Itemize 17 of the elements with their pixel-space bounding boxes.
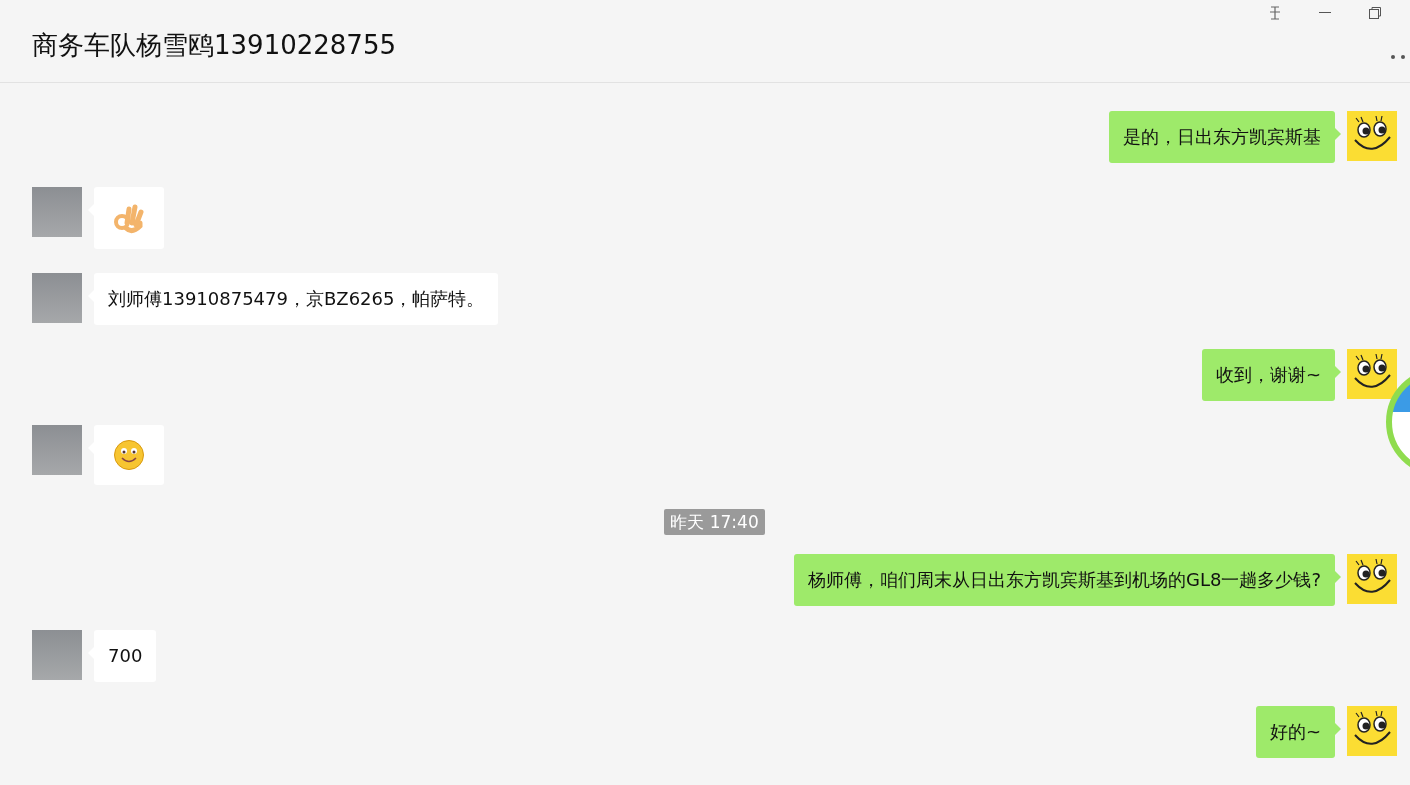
- bubble-tail: [1335, 571, 1341, 583]
- message-bubble: 是的，日出东方凯宾斯基: [1109, 111, 1335, 163]
- smile-icon: [113, 439, 145, 471]
- bubble-tail: [1335, 128, 1341, 140]
- smiley-avatar-icon[interactable]: [1347, 111, 1397, 161]
- smiley-avatar-icon[interactable]: [1347, 349, 1397, 399]
- message-bubble: 好的~: [1255, 706, 1335, 758]
- timestamp: 昨天 17:40: [664, 509, 765, 535]
- message-bubble: 刘师傅13910875479，京BZ6265，帕萨特。: [94, 273, 499, 325]
- message-bubble: 收到，谢谢~: [1201, 349, 1335, 401]
- bubble-tail: [1335, 366, 1341, 378]
- smiley-avatar-icon[interactable]: [1347, 554, 1397, 604]
- message-bubble: 700: [94, 630, 157, 682]
- bubble-tail: [1335, 723, 1341, 735]
- smiley-avatar-icon[interactable]: [1347, 706, 1397, 756]
- message-bubble: 杨师傅，咱们周末从日出东方凯宾斯基到机场的GL8一趟多少钱?: [794, 554, 1335, 606]
- chat-title: 商务车队杨雪鸥13910228755: [32, 29, 396, 62]
